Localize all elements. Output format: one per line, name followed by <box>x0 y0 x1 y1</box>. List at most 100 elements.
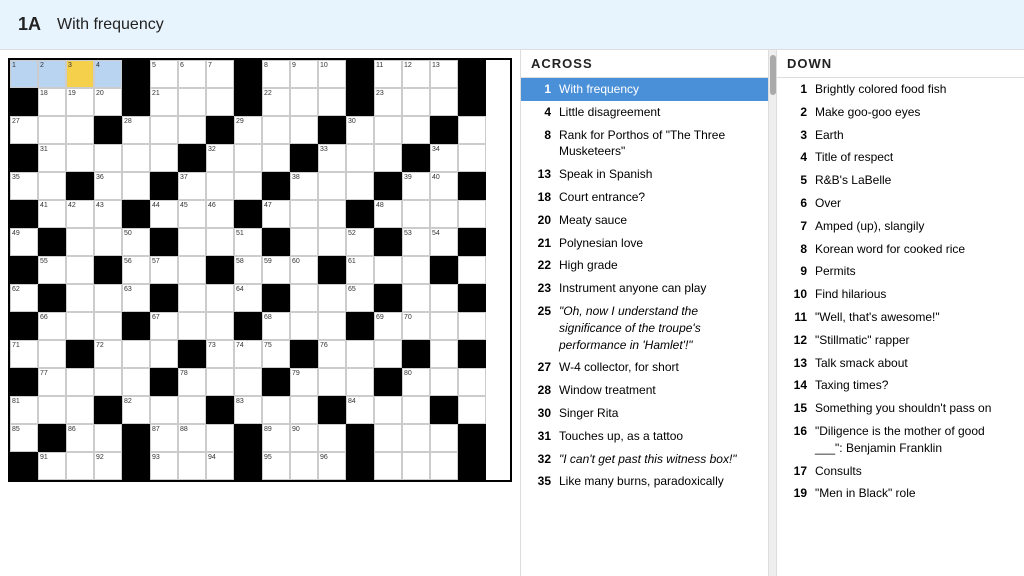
grid-cell[interactable]: 6 <box>178 60 206 88</box>
down-clue-item[interactable]: 6Over <box>777 192 1024 215</box>
grid-cell[interactable] <box>66 452 94 480</box>
grid-cell[interactable]: 7 <box>206 60 234 88</box>
grid-cell[interactable]: 70 <box>402 312 430 340</box>
down-clue-item[interactable]: 2Make goo-goo eyes <box>777 101 1024 124</box>
grid-cell[interactable]: 90 <box>290 424 318 452</box>
grid-cell[interactable] <box>430 284 458 312</box>
grid-cell[interactable]: 4 <box>94 60 122 88</box>
grid-cell[interactable] <box>66 116 94 144</box>
grid-cell[interactable]: 96 <box>318 452 346 480</box>
grid-cell[interactable] <box>458 200 486 228</box>
grid-cell[interactable] <box>430 368 458 396</box>
grid-cell[interactable]: 35 <box>10 172 38 200</box>
grid-cell[interactable]: 74 <box>234 340 262 368</box>
grid-cell[interactable] <box>66 256 94 284</box>
grid-cell[interactable]: 75 <box>262 340 290 368</box>
grid-cell[interactable] <box>346 144 374 172</box>
grid-cell[interactable] <box>430 452 458 480</box>
grid-cell[interactable]: 89 <box>262 424 290 452</box>
grid-cell[interactable]: 73 <box>206 340 234 368</box>
grid-cell[interactable] <box>122 340 150 368</box>
grid-cell[interactable]: 83 <box>234 396 262 424</box>
across-list[interactable]: 1With frequency4Little disagreement8Rank… <box>521 78 768 576</box>
grid-cell[interactable] <box>318 228 346 256</box>
grid-cell[interactable]: 29 <box>234 116 262 144</box>
grid-cell[interactable] <box>66 368 94 396</box>
across-scroll-thumb[interactable] <box>770 55 776 95</box>
grid-cell[interactable] <box>178 88 206 116</box>
grid-cell[interactable] <box>402 452 430 480</box>
grid-cell[interactable] <box>430 312 458 340</box>
grid-cell[interactable]: 85 <box>10 424 38 452</box>
grid-cell[interactable] <box>290 312 318 340</box>
down-clue-item[interactable]: 14Taxing times? <box>777 374 1024 397</box>
grid-cell[interactable]: 5 <box>150 60 178 88</box>
grid-cell[interactable]: 72 <box>94 340 122 368</box>
down-clue-item[interactable]: 13Talk smack about <box>777 352 1024 375</box>
grid-cell[interactable] <box>66 396 94 424</box>
grid-cell[interactable]: 59 <box>262 256 290 284</box>
grid-cell[interactable] <box>38 340 66 368</box>
grid-cell[interactable]: 28 <box>122 116 150 144</box>
across-clue-item[interactable]: 20Meaty sauce <box>521 209 768 232</box>
grid-cell[interactable] <box>66 284 94 312</box>
grid-cell[interactable]: 30 <box>346 116 374 144</box>
grid-cell[interactable]: 86 <box>66 424 94 452</box>
grid-cell[interactable]: 41 <box>38 200 66 228</box>
grid-cell[interactable] <box>458 396 486 424</box>
grid-cell[interactable]: 23 <box>374 88 402 116</box>
grid-cell[interactable]: 40 <box>430 172 458 200</box>
across-clue-item[interactable]: 32"I can't get past this witness box!" <box>521 448 768 471</box>
down-clue-item[interactable]: 19"Men in Black" role <box>777 482 1024 505</box>
grid-cell[interactable]: 84 <box>346 396 374 424</box>
grid-cell[interactable] <box>178 312 206 340</box>
grid-cell[interactable] <box>402 256 430 284</box>
grid-cell[interactable] <box>290 116 318 144</box>
grid-cell[interactable]: 31 <box>38 144 66 172</box>
grid-cell[interactable] <box>318 424 346 452</box>
grid-cell[interactable]: 13 <box>430 60 458 88</box>
grid-cell[interactable] <box>402 88 430 116</box>
grid-cell[interactable]: 52 <box>346 228 374 256</box>
grid-cell[interactable]: 65 <box>346 284 374 312</box>
grid-cell[interactable]: 3 <box>66 60 94 88</box>
grid-cell[interactable]: 58 <box>234 256 262 284</box>
grid-cell[interactable] <box>150 144 178 172</box>
grid-cell[interactable] <box>290 228 318 256</box>
grid-cell[interactable] <box>402 200 430 228</box>
grid-cell[interactable]: 92 <box>94 452 122 480</box>
grid-cell[interactable] <box>206 228 234 256</box>
grid-cell[interactable]: 53 <box>402 228 430 256</box>
grid-cell[interactable] <box>234 172 262 200</box>
grid-cell[interactable]: 82 <box>122 396 150 424</box>
grid-cell[interactable] <box>318 200 346 228</box>
grid-cell[interactable]: 45 <box>178 200 206 228</box>
grid-cell[interactable] <box>178 256 206 284</box>
grid-cell[interactable] <box>374 116 402 144</box>
grid-cell[interactable] <box>458 144 486 172</box>
grid-cell[interactable]: 88 <box>178 424 206 452</box>
across-clue-item[interactable]: 25"Oh, now I understand the significance… <box>521 300 768 356</box>
grid-cell[interactable]: 42 <box>66 200 94 228</box>
grid-cell[interactable] <box>290 88 318 116</box>
grid-cell[interactable]: 39 <box>402 172 430 200</box>
grid-cell[interactable]: 43 <box>94 200 122 228</box>
grid-cell[interactable] <box>346 340 374 368</box>
grid-cell[interactable] <box>38 172 66 200</box>
grid-cell[interactable]: 44 <box>150 200 178 228</box>
grid-cell[interactable] <box>458 312 486 340</box>
grid-cell[interactable]: 10 <box>318 60 346 88</box>
grid-cell[interactable]: 80 <box>402 368 430 396</box>
grid-cell[interactable] <box>178 116 206 144</box>
grid-cell[interactable] <box>430 88 458 116</box>
grid-cell[interactable]: 54 <box>430 228 458 256</box>
across-clue-item[interactable]: 13Speak in Spanish <box>521 163 768 186</box>
grid-cell[interactable]: 47 <box>262 200 290 228</box>
grid-cell[interactable] <box>458 116 486 144</box>
down-clue-item[interactable]: 8Korean word for cooked rice <box>777 238 1024 261</box>
grid-cell[interactable]: 60 <box>290 256 318 284</box>
grid-cell[interactable] <box>430 424 458 452</box>
grid-cell[interactable] <box>94 144 122 172</box>
grid-cell[interactable] <box>94 284 122 312</box>
grid-cell[interactable] <box>234 368 262 396</box>
